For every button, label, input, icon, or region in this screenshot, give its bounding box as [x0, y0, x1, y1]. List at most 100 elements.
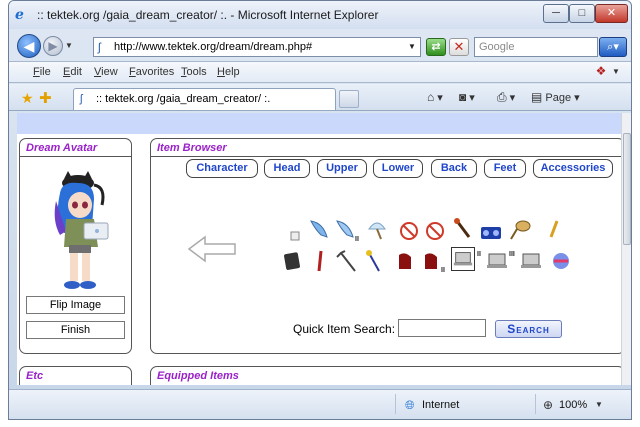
- quick-search-input[interactable]: [398, 319, 486, 337]
- category-character[interactable]: Character: [186, 159, 258, 178]
- item-browser-panel: Item Browser Character Head Upper Lower …: [150, 138, 621, 354]
- etc-panel: Etc: [19, 366, 132, 385]
- menu-edit[interactable]: Edit: [63, 66, 82, 78]
- status-bar: 🌐︎ Internet ⊕ 100% ▼: [9, 389, 631, 419]
- finish-button[interactable]: Finish: [26, 321, 125, 339]
- flip-image-button[interactable]: Flip Image: [26, 296, 125, 314]
- title-bar: e :: tektek.org /gaia_dream_creator/ :. …: [9, 1, 631, 29]
- laptop-item[interactable]: [451, 247, 475, 271]
- page-menu-icon: ▤: [531, 90, 543, 104]
- dark-cloth-item[interactable]: [281, 249, 305, 273]
- category-upper[interactable]: Upper: [317, 159, 367, 178]
- page-icon: ʃ: [98, 40, 101, 54]
- vertical-scrollbar[interactable]: [621, 113, 631, 385]
- menu-help[interactable]: Help: [217, 66, 240, 78]
- search-placeholder: Google: [479, 41, 515, 53]
- toolbar-addon-icon[interactable]: ❖: [593, 64, 609, 80]
- feather-quill-item[interactable]: [307, 217, 331, 241]
- pencil-item[interactable]: [541, 217, 565, 241]
- security-zone: Internet: [422, 399, 460, 411]
- feeds-icon[interactable]: ◙ ▾: [459, 90, 475, 104]
- feather-quill-item-ii[interactable]: [333, 217, 357, 241]
- wand-item[interactable]: [363, 249, 387, 273]
- search-input[interactable]: Google: [474, 37, 598, 57]
- laptop-item-ii[interactable]: [485, 249, 509, 273]
- category-lower[interactable]: Lower: [373, 159, 423, 178]
- address-dropdown-icon[interactable]: ▼: [406, 40, 418, 54]
- variant-label-ii: II: [355, 236, 359, 243]
- address-text[interactable]: http://www.tektek.org/dream/dream.php#: [114, 41, 312, 53]
- maximize-button[interactable]: □: [569, 4, 595, 23]
- menu-file[interactable]: File: [33, 66, 51, 78]
- status-divider: [535, 394, 536, 414]
- print-icon[interactable]: ⎙ ▾: [497, 90, 515, 105]
- menu-view[interactable]: View: [94, 66, 118, 78]
- history-dropdown-icon[interactable]: ▼: [65, 41, 73, 50]
- add-favorite-icon[interactable]: ✚: [39, 89, 52, 107]
- previous-page-arrow-icon[interactable]: [187, 234, 237, 264]
- trident-item[interactable]: [335, 249, 359, 273]
- fan-item[interactable]: [365, 217, 389, 241]
- menu-favorites[interactable]: Favorites: [129, 66, 174, 78]
- orb-item[interactable]: [549, 249, 573, 273]
- category-back[interactable]: Back: [431, 159, 477, 178]
- avatar-image: [54, 171, 109, 289]
- globe-icon: 🌐︎: [405, 398, 415, 412]
- page-menu-label: Page: [545, 92, 572, 104]
- variant-label-iii: III: [509, 251, 515, 258]
- search-go-button[interactable]: ⌕▾: [599, 37, 627, 57]
- panel-divider: [20, 156, 131, 157]
- menu-bar: File Edit View Favorites Tools Help ❖ ▼: [9, 61, 631, 83]
- page-viewport: Dream Avatar Flip Image Finish Item Brow…: [17, 113, 621, 385]
- category-feet[interactable]: Feet: [484, 159, 526, 178]
- favorites-star-icon[interactable]: ★: [21, 90, 34, 107]
- tiny-tag-item[interactable]: [283, 224, 307, 248]
- site-header-bar: [17, 113, 621, 134]
- search-button[interactable]: Search: [495, 320, 562, 338]
- scrollbar-thumb[interactable]: [623, 133, 631, 245]
- forward-button[interactable]: ▶: [43, 36, 63, 56]
- minimize-button[interactable]: ─: [543, 4, 569, 23]
- window-title: :: tektek.org /gaia_dream_creator/ :. - …: [37, 8, 379, 22]
- browser-window: e :: tektek.org /gaia_dream_creator/ :. …: [8, 0, 632, 420]
- no-sign-item[interactable]: [397, 219, 421, 243]
- new-tab-button[interactable]: [339, 90, 359, 108]
- close-button[interactable]: ✕: [595, 4, 628, 23]
- zoom-dropdown-icon[interactable]: ▼: [595, 400, 603, 409]
- brush-item[interactable]: [451, 217, 475, 241]
- item-browser-title: Item Browser: [157, 142, 227, 154]
- tab-active[interactable]: ʃ :: tektek.org /gaia_dream_creator/ :.: [73, 88, 336, 110]
- dream-avatar-title: Dream Avatar: [26, 142, 98, 154]
- equipped-items-title: Equipped Items: [157, 370, 239, 382]
- menu-tools[interactable]: Tools: [181, 66, 207, 78]
- zoom-level[interactable]: 100%: [559, 399, 587, 411]
- back-button[interactable]: ◀: [17, 34, 41, 58]
- dream-avatar-panel: Dream Avatar Flip Image Finish: [19, 138, 132, 354]
- stop-button[interactable]: ✕: [449, 38, 469, 56]
- red-glove-item[interactable]: [393, 249, 417, 273]
- boombox-item[interactable]: [479, 219, 503, 243]
- category-accessories[interactable]: Accessories: [533, 159, 613, 178]
- red-stick-item[interactable]: [309, 249, 333, 273]
- address-bar[interactable]: ʃ http://www.tektek.org/dream/dream.php#…: [93, 37, 421, 57]
- equipped-items-panel: Equipped Items: [150, 366, 621, 385]
- category-head[interactable]: Head: [264, 159, 310, 178]
- home-icon[interactable]: ⌂ ▾: [427, 90, 443, 104]
- addon-dropdown-icon[interactable]: ▼: [612, 67, 620, 76]
- variant-label-ii: II: [441, 267, 445, 274]
- tab-label: :: tektek.org /gaia_dream_creator/ :.: [96, 93, 271, 105]
- zoom-icon[interactable]: ⊕: [543, 398, 553, 412]
- net-item[interactable]: [509, 217, 533, 241]
- laptop-item-iii[interactable]: [519, 249, 543, 273]
- variant-label-ii: II: [477, 251, 481, 258]
- navigation-bar: ◀ ▶ ▼ ʃ http://www.tektek.org/dream/drea…: [9, 31, 631, 59]
- no-sign-item-2[interactable]: [423, 219, 447, 243]
- red-glove-item-ii[interactable]: [419, 249, 443, 273]
- ie-logo-icon: e: [15, 7, 24, 23]
- refresh-button[interactable]: ⇄: [426, 38, 446, 56]
- tab-page-icon: ʃ: [80, 93, 83, 105]
- page-menu[interactable]: ▤ Page ▾: [531, 90, 580, 104]
- status-divider: [395, 394, 396, 414]
- etc-title: Etc: [26, 370, 44, 382]
- panel-divider: [151, 156, 621, 157]
